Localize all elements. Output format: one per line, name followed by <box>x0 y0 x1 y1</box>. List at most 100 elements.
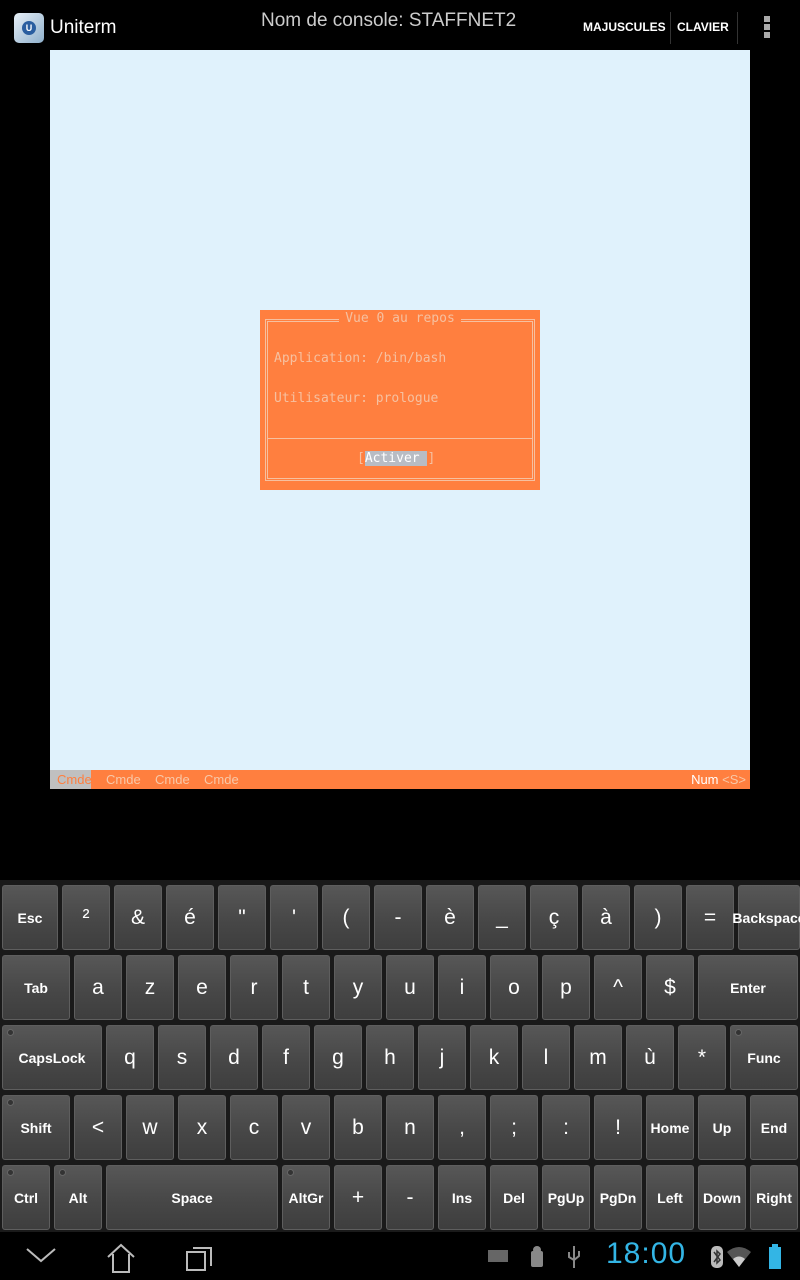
cmd-key-1[interactable]: Cmde <box>50 770 92 789</box>
majuscules-button[interactable]: MAJUSCULES <box>583 20 666 34</box>
key-char[interactable]: - <box>386 1165 434 1230</box>
app-title: Uniterm <box>50 17 117 38</box>
key-label: k <box>488 1045 500 1069</box>
key-char[interactable]: ù <box>626 1025 674 1090</box>
key-label: < <box>91 1115 105 1139</box>
key-char[interactable]: é <box>166 885 214 950</box>
key-char[interactable]: - <box>374 885 422 950</box>
key-char[interactable]: m <box>574 1025 622 1090</box>
key-char[interactable]: x <box>178 1095 226 1160</box>
overflow-menu-icon[interactable] <box>764 16 770 40</box>
key-char[interactable]: j <box>418 1025 466 1090</box>
key-char[interactable]: g <box>314 1025 362 1090</box>
key-char[interactable]: f <box>262 1025 310 1090</box>
cmd-key-3[interactable]: Cmde <box>155 772 190 787</box>
key-char[interactable]: ) <box>634 885 682 950</box>
key-altgr[interactable]: AltGr <box>282 1165 330 1230</box>
key-char[interactable]: + <box>334 1165 382 1230</box>
key-char[interactable]: n <box>386 1095 434 1160</box>
key-char[interactable]: $ <box>646 955 694 1020</box>
key-label: PgDn <box>599 1189 637 1206</box>
key-label: h <box>384 1045 396 1069</box>
key-char[interactable]: " <box>218 885 266 950</box>
key-capslock[interactable]: CapsLock <box>2 1025 102 1090</box>
key-ins[interactable]: Ins <box>438 1165 486 1230</box>
key-char[interactable]: v <box>282 1095 330 1160</box>
cmd-key-2[interactable]: Cmde <box>106 772 141 787</box>
key-char[interactable]: < <box>74 1095 122 1160</box>
key-char[interactable]: o <box>490 955 538 1020</box>
key-char[interactable]: = <box>686 885 734 950</box>
key-char[interactable]: ' <box>270 885 318 950</box>
key-esc[interactable]: Esc <box>2 885 58 950</box>
battery-icon <box>769 1244 781 1269</box>
key-label: * <box>697 1045 707 1069</box>
usb-icon <box>568 1246 580 1268</box>
key-char[interactable]: z <box>126 955 174 1020</box>
key-backspace[interactable]: Backspace <box>732 885 800 950</box>
key-char[interactable]: , <box>438 1095 486 1160</box>
cmd-key-4[interactable]: Cmde <box>204 772 239 787</box>
key-char[interactable]: l <box>522 1025 570 1090</box>
key-func[interactable]: Func <box>730 1025 798 1090</box>
key-char[interactable]: u <box>386 955 434 1020</box>
key-char[interactable]: * <box>678 1025 726 1090</box>
key-char[interactable]: w <box>126 1095 174 1160</box>
key-char[interactable]: h <box>366 1025 414 1090</box>
key-tab[interactable]: Tab <box>2 955 70 1020</box>
key-char[interactable]: à <box>582 885 630 950</box>
key-label: s <box>176 1045 188 1069</box>
key-label: Down <box>702 1189 742 1206</box>
key-char[interactable]: e <box>178 955 226 1020</box>
key-pgup[interactable]: PgUp <box>542 1165 590 1230</box>
key-char[interactable]: _ <box>478 885 526 950</box>
back-icon[interactable] <box>25 1246 57 1264</box>
key-home[interactable]: Home <box>646 1095 694 1160</box>
key-char[interactable]: ; <box>490 1095 538 1160</box>
key-end[interactable]: End <box>750 1095 798 1160</box>
clavier-button[interactable]: CLAVIER <box>677 20 729 34</box>
key-up[interactable]: Up <box>698 1095 746 1160</box>
key-label: r <box>250 975 258 999</box>
key-char[interactable]: p <box>542 955 590 1020</box>
key-char[interactable]: a <box>74 955 122 1020</box>
key-del[interactable]: Del <box>490 1165 538 1230</box>
terminal-screen[interactable]: Vue 0 au repos Application: /bin/bash Ut… <box>50 50 750 770</box>
key-alt[interactable]: Alt <box>54 1165 102 1230</box>
key-label: ( <box>342 905 350 929</box>
key-char[interactable]: b <box>334 1095 382 1160</box>
clock: 18:00 <box>606 1237 687 1270</box>
key-space[interactable]: Space <box>106 1165 278 1230</box>
key-char[interactable]: d <box>210 1025 258 1090</box>
key-char[interactable]: ç <box>530 885 578 950</box>
key-char[interactable]: i <box>438 955 486 1020</box>
key-char[interactable]: : <box>542 1095 590 1160</box>
key-pgdn[interactable]: PgDn <box>594 1165 642 1230</box>
key-char[interactable]: ( <box>322 885 370 950</box>
key-right[interactable]: Right <box>750 1165 798 1230</box>
key-down[interactable]: Down <box>698 1165 746 1230</box>
key-char[interactable]: s <box>158 1025 206 1090</box>
recent-apps-icon[interactable] <box>185 1244 217 1274</box>
key-char[interactable]: ² <box>62 885 110 950</box>
key-char[interactable]: q <box>106 1025 154 1090</box>
uniterm-logo-icon[interactable]: U <box>14 13 44 43</box>
key-char[interactable]: & <box>114 885 162 950</box>
key-ctrl[interactable]: Ctrl <box>2 1165 50 1230</box>
activer-button[interactable]: [Activer ] <box>357 451 435 466</box>
key-enter[interactable]: Enter <box>698 955 798 1020</box>
home-icon[interactable] <box>105 1242 137 1274</box>
key-char[interactable]: ^ <box>594 955 642 1020</box>
key-char[interactable]: ! <box>594 1095 642 1160</box>
key-char[interactable]: è <box>426 885 474 950</box>
key-label: b <box>352 1115 364 1139</box>
key-label: End <box>760 1119 788 1136</box>
key-shift[interactable]: Shift <box>2 1095 70 1160</box>
key-char[interactable]: y <box>334 955 382 1020</box>
key-label: ) <box>654 905 662 929</box>
key-char[interactable]: c <box>230 1095 278 1160</box>
key-char[interactable]: k <box>470 1025 518 1090</box>
key-left[interactable]: Left <box>646 1165 694 1230</box>
key-char[interactable]: t <box>282 955 330 1020</box>
key-char[interactable]: r <box>230 955 278 1020</box>
